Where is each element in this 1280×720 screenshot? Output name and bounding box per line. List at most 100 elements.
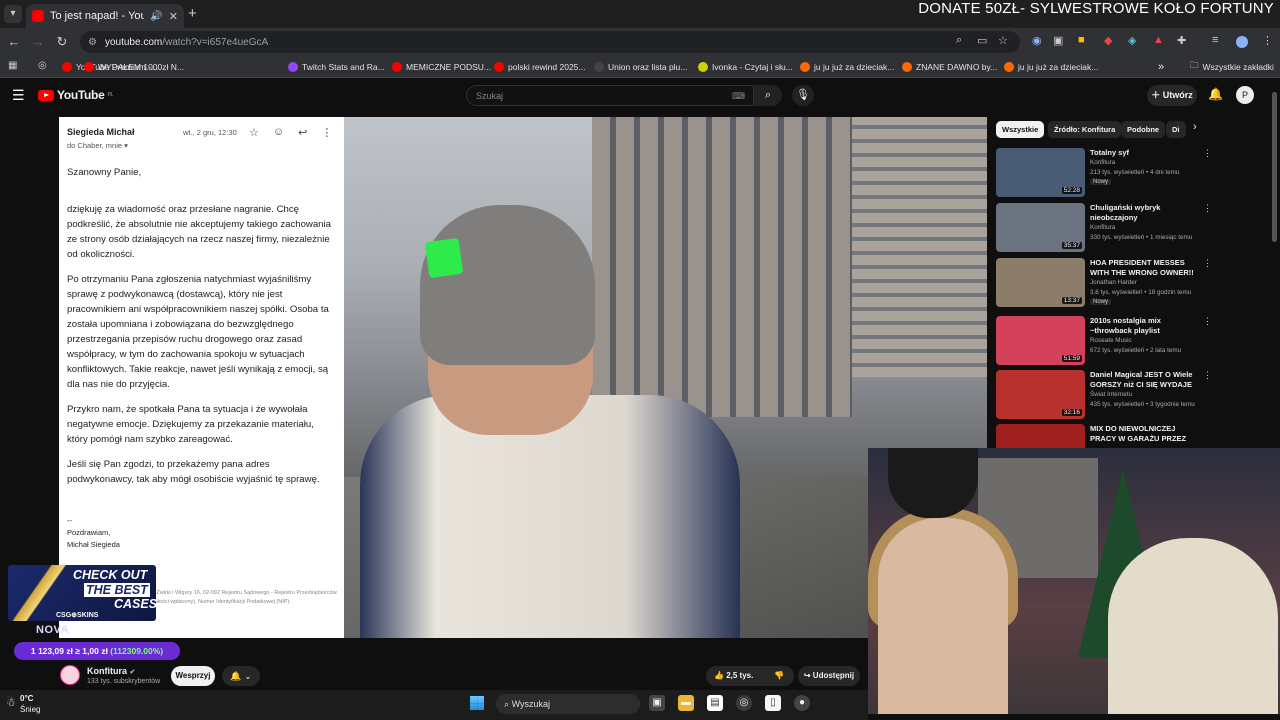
video-thumbnail[interactable]: 13:37	[996, 258, 1085, 307]
keyboard-icon[interactable]: ⌨	[732, 91, 745, 102]
chrome-menu-icon[interactable]: ⋮	[1262, 34, 1273, 47]
all-bookmarks[interactable]: 🗀 Wszystkie zakładki	[1190, 58, 1274, 76]
bookmark-item[interactable]: Union oraz lista plu...	[594, 58, 687, 76]
chrome-icon[interactable]: ◎	[736, 695, 752, 711]
recommended-video[interactable]: 13:37 HOA PRESIDENT MESSES WITH THE WRONG…	[996, 258, 1212, 308]
video-title[interactable]: MIX DO NIEWOLNICZEJ PRACY W GARAŻU PRZEZ…	[1090, 424, 1195, 444]
recommended-video[interactable]: MIX DO NIEWOLNICZEJ PRACY W GARAŻU PRZEZ…	[996, 424, 1206, 448]
file-explorer-icon[interactable]: ▬	[678, 695, 694, 711]
video-channel[interactable]: Roseate Music	[1090, 337, 1132, 344]
more-vert-icon[interactable]: ⋮	[1203, 258, 1212, 269]
video-thumbnail[interactable]	[996, 424, 1085, 448]
search-button[interactable]: ⌕	[754, 85, 782, 106]
thumbs-down-icon[interactable]: 👎	[774, 666, 784, 686]
youtube-logo[interactable]: YouTube PL	[38, 88, 113, 102]
chevron-right-icon[interactable]: ›	[1193, 121, 1197, 133]
youtube-play-icon	[38, 89, 54, 101]
bookmark-item[interactable]: polski rewind 2025...	[494, 58, 586, 76]
like-button[interactable]: 👍 2,5 tys. 👎	[706, 666, 794, 686]
video-duration: 35:37	[1061, 242, 1082, 249]
share-button[interactable]: ↪ Udostępnij	[798, 666, 860, 686]
video-title[interactable]: 2010s nostalgia mix ~throwback playlist	[1090, 316, 1195, 336]
video-thumbnail[interactable]: 35:37	[996, 203, 1085, 252]
filter-chip[interactable]: Źródło: Konfitura	[1048, 121, 1122, 138]
create-button[interactable]: ＋ Utwórz	[1147, 85, 1197, 106]
channel-name[interactable]: Konfitura ✔	[87, 666, 135, 676]
recommended-video[interactable]: 35:37 Chuligański wybryk nieobczajony Konf…	[996, 203, 1212, 253]
reading-list-icon[interactable]: ≡	[1212, 34, 1218, 46]
extension-icon[interactable]: ◉	[1032, 34, 1042, 47]
more-vert-icon[interactable]: ⋮	[1203, 203, 1212, 214]
bookmark-star-icon[interactable]: ☆	[998, 34, 1008, 47]
address-bar[interactable]: ⚙ youtube.com /watch?v=i657e4ueGcA	[80, 31, 1020, 53]
notepad-icon[interactable]: ▯	[765, 695, 781, 711]
site-info-icon[interactable]: ⚙	[88, 37, 97, 48]
zoom-icon[interactable]: ⌕	[956, 34, 962, 47]
back-icon[interactable]: ←	[6, 34, 22, 49]
new-tab-button[interactable]: +	[188, 5, 197, 22]
hamburger-menu-icon[interactable]: ☰	[12, 87, 25, 104]
video-channel[interactable]: Jonathan Harder	[1090, 279, 1137, 286]
more-vert-icon[interactable]: ⋮	[1203, 370, 1212, 381]
bookmark-item[interactable]: ju ju już za dzieciak...	[800, 58, 894, 76]
bookmark-item[interactable]: Twitch Stats and Ra...	[288, 58, 385, 76]
video-channel[interactable]: Konfitura	[1090, 159, 1115, 166]
bookmark-icon[interactable]: ◎	[38, 60, 47, 71]
channel-avatar[interactable]	[60, 665, 80, 685]
tab-search-icon[interactable]: ▾	[4, 5, 22, 23]
task-view-icon[interactable]: ▣	[649, 695, 665, 711]
video-channel[interactable]: Konfitura	[1090, 224, 1115, 231]
bookmark-item[interactable]: Ivonka - Czytaj i słu...	[698, 58, 793, 76]
emoji-icon: ☺	[272, 126, 285, 138]
support-button[interactable]: Wesprzyj	[171, 666, 215, 686]
avatar[interactable]: P	[1236, 86, 1254, 104]
notifications-bell-icon[interactable]: 🔔	[1208, 87, 1223, 101]
more-vert-icon[interactable]: ⋮	[1203, 148, 1212, 159]
extension-icon[interactable]: ◈	[1128, 34, 1136, 47]
apps-grid-icon[interactable]: ▦	[8, 60, 17, 71]
video-thumbnail[interactable]: 51:59	[996, 316, 1085, 365]
video-title[interactable]: HOA PRESIDENT MESSES WITH THE WRONG OWNE…	[1090, 258, 1195, 278]
taskbar-search[interactable]: ⌕ Wyszukaj	[496, 694, 640, 714]
extensions-puzzle-icon[interactable]: ✚	[1177, 34, 1186, 47]
video-channel[interactable]: Świat Internetu	[1090, 391, 1132, 398]
filter-chip[interactable]: Di	[1166, 121, 1186, 138]
tab-audio-icon[interactable]: 🔊	[150, 11, 162, 22]
video-title[interactable]: Daniel Magical JEST O Wiele GORSZY niż C…	[1090, 370, 1195, 390]
more-vert-icon[interactable]: ⋮	[1203, 316, 1212, 327]
filter-chip[interactable]: Wszystkie	[996, 121, 1045, 138]
tab-close-icon[interactable]: ✕	[169, 10, 178, 23]
obs-icon[interactable]: ●	[794, 695, 810, 711]
bookmark-item[interactable]: ju ju już za dzieciak...	[1004, 58, 1098, 76]
forward-icon[interactable]: →	[30, 34, 46, 49]
extension-icon[interactable]: ▣	[1053, 34, 1063, 47]
windows-start-icon[interactable]	[470, 696, 484, 710]
bookmark-item[interactable]: ZNANE DAWNO by...	[902, 58, 997, 76]
weather-widget[interactable]: 0°C Śnieg	[20, 693, 40, 715]
profile-icon[interactable]	[1236, 36, 1248, 48]
voice-search-icon[interactable]: 🎙	[792, 85, 814, 106]
notifications-toggle[interactable]: 🔔 ⌄	[222, 666, 260, 686]
weather-condition: Śnieg	[20, 705, 41, 714]
filter-chip[interactable]: Podobne	[1121, 121, 1166, 138]
video-title[interactable]: Chuligański wybryk nieobczajony	[1090, 203, 1195, 223]
reload-icon[interactable]: ↻	[54, 34, 70, 50]
video-thumbnail[interactable]: 32:16	[996, 370, 1085, 419]
extension-icon[interactable]: ■	[1078, 34, 1085, 46]
search-input[interactable]: Szukaj ⌨	[466, 85, 754, 106]
bookmark-item[interactable]: MEMICZNE PODSU...	[392, 58, 491, 76]
bookmark-item[interactable]: WYDAŁEM 1000zł N...	[84, 58, 184, 76]
more-vert-icon[interactable]: ⋮	[1203, 424, 1206, 435]
recommended-video[interactable]: 32:16 Daniel Magical JEST O Wiele GORSZY …	[996, 370, 1212, 420]
recommended-video[interactable]: 51:59 2010s nostalgia mix ~throwback play…	[996, 316, 1212, 366]
extension-icon[interactable]: ▲	[1153, 34, 1164, 46]
browser-tab[interactable]: To jest napad! - YouTube 🔊 ✕	[26, 4, 184, 28]
video-title[interactable]: Totalny syf	[1090, 148, 1195, 158]
more-bookmarks-icon[interactable]: »	[1158, 58, 1164, 76]
recommended-video[interactable]: 52:28 Totalny syf Konfitura 213 tys. wyświe…	[996, 148, 1212, 198]
video-thumbnail[interactable]: 52:28	[996, 148, 1085, 197]
store-icon[interactable]: ▤	[707, 695, 723, 711]
scrollbar[interactable]	[1272, 92, 1277, 242]
cast-icon[interactable]: ▭	[977, 34, 987, 47]
extension-icon[interactable]: ◆	[1104, 34, 1112, 47]
